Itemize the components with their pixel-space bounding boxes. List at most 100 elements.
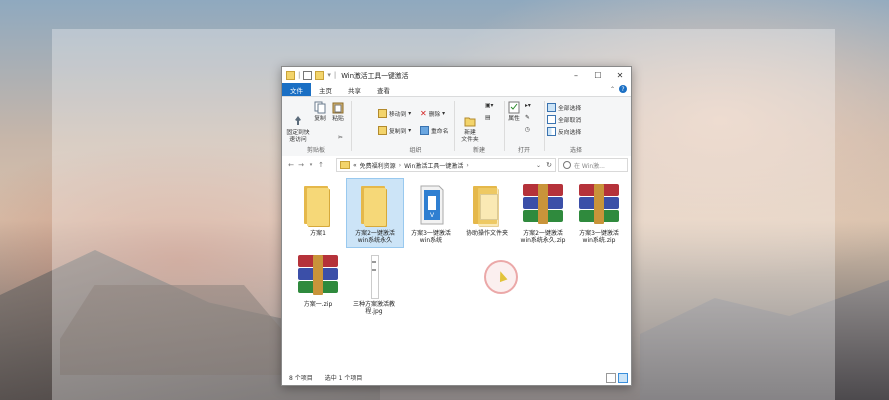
folder-icon bbox=[286, 70, 295, 80]
address-prefix: « bbox=[353, 161, 357, 169]
rename-button[interactable]: 重命名 bbox=[420, 126, 448, 135]
breadcrumb-separator-icon: › bbox=[398, 161, 402, 169]
folder-icon bbox=[294, 182, 342, 228]
organize-group-label: 组织 bbox=[409, 147, 422, 154]
app-icon: V bbox=[407, 182, 455, 228]
item-label: 方案1 bbox=[310, 230, 326, 237]
dropdown-arrow-icon: ▾ bbox=[406, 127, 412, 134]
list-item[interactable]: 协助操作文件夹 bbox=[459, 179, 515, 237]
ribbon-tabs: 文件 主页 共享 查看 ⌃ ? bbox=[282, 83, 631, 96]
invert-selection-button[interactable]: 反向选择 bbox=[547, 127, 581, 136]
back-arrow-icon[interactable]: ← bbox=[286, 161, 296, 169]
select-group-label: 选择 bbox=[569, 147, 582, 154]
tab-view[interactable]: 查看 bbox=[369, 83, 398, 96]
move-to-button[interactable]: 移动到 ▾ bbox=[378, 109, 411, 118]
tab-home[interactable]: 主页 bbox=[311, 83, 340, 96]
item-label: 方案3一键激活 win系统.zip bbox=[579, 230, 619, 244]
edit-icon[interactable]: ✎ bbox=[525, 115, 530, 121]
pin-button[interactable]: 固定到快 速访问 bbox=[285, 101, 311, 144]
properties-button[interactable]: 属性 bbox=[506, 101, 522, 123]
delete-button[interactable]: ✕ 删除 ▾ bbox=[420, 109, 445, 118]
breadcrumb-item[interactable]: Win激活工具一键激活 bbox=[404, 161, 463, 170]
breadcrumb-separator-icon: › bbox=[466, 161, 469, 169]
search-placeholder: 在 Win激... bbox=[574, 162, 605, 170]
details-view-icon[interactable] bbox=[606, 373, 616, 383]
list-item[interactable]: V 方案3一键激活 win系统 bbox=[403, 179, 459, 244]
new-group: 新建 文件夹 ▣▾ ▤ 新建 bbox=[455, 97, 503, 156]
list-item[interactable]: 方案3一键激活 win系统.zip bbox=[571, 179, 627, 244]
folder-icon bbox=[351, 182, 399, 228]
new-folder-button[interactable]: 新建 文件夹 bbox=[457, 101, 483, 144]
zip-archive-icon bbox=[294, 253, 342, 299]
copy-to-icon bbox=[378, 126, 387, 135]
up-arrow-icon[interactable]: ↑ bbox=[316, 161, 326, 169]
tab-file[interactable]: 文件 bbox=[282, 83, 311, 96]
file-list[interactable]: 方案1 方案2一键激活 win系统永久 V 方案3一键激活 win系统 协助操作… bbox=[282, 173, 631, 369]
organize-group: 移动到 ▾ 复制到 ▾ ✕ 删除 ▾ 重命名 组织 bbox=[352, 97, 453, 156]
list-item[interactable]: 方案1 bbox=[290, 179, 346, 237]
paste-button[interactable]: 粘贴 bbox=[330, 101, 346, 123]
title-bar[interactable]: | ▾ | Win激活工具一键激活 – ☐ ✕ bbox=[282, 67, 631, 83]
item-label: 方案一.zip bbox=[303, 301, 333, 308]
address-dropdown-icon[interactable]: ⌄ bbox=[536, 162, 541, 169]
cut-icon[interactable]: ✂ bbox=[338, 135, 343, 141]
list-item[interactable]: 方案一.zip bbox=[290, 250, 346, 308]
open-group-label: 打开 bbox=[517, 147, 530, 154]
quick-access-toolbar: | ▾ | bbox=[286, 70, 339, 80]
breadcrumb-item[interactable]: 免费福利资源 bbox=[360, 161, 396, 170]
address-bar[interactable]: « 免费福利资源 › Win激活工具一键激活 › ⌄ ↻ bbox=[336, 158, 556, 172]
move-to-label: 移动到 bbox=[389, 112, 407, 118]
delete-icon: ✕ bbox=[420, 109, 427, 118]
search-icon bbox=[563, 161, 571, 169]
recent-dropdown-icon[interactable]: ▾ bbox=[306, 162, 316, 168]
tab-share[interactable]: 共享 bbox=[340, 83, 369, 96]
paste-icon bbox=[332, 101, 344, 114]
copy-label: 复制 bbox=[314, 116, 326, 122]
new-folder-label: 新建 文件夹 bbox=[461, 130, 479, 143]
new-group-label: 新建 bbox=[472, 147, 485, 154]
maximize-button[interactable]: ☐ bbox=[587, 67, 609, 83]
copy-to-button[interactable]: 复制到 ▾ bbox=[378, 126, 411, 135]
ribbon: 固定到快 速访问 复制 粘贴 ✂ 剪贴板 移动到 ▾ 复制到 ▾ ✕ 删除 ▾ … bbox=[282, 96, 631, 157]
delete-label: 删除 bbox=[428, 112, 441, 118]
large-icons-view-icon[interactable] bbox=[618, 373, 628, 383]
easy-access-icon[interactable]: ▤ bbox=[485, 115, 490, 121]
rename-icon bbox=[420, 126, 429, 135]
pin-icon bbox=[292, 108, 304, 125]
help-icon[interactable]: ? bbox=[619, 85, 627, 93]
item-label: 方案2一键激活 win系统永久.zip bbox=[520, 230, 566, 244]
close-button[interactable]: ✕ bbox=[609, 67, 631, 83]
select-none-label: 全部取消 bbox=[558, 118, 582, 124]
copy-button[interactable]: 复制 bbox=[312, 101, 328, 123]
clipboard-group: 固定到快 速访问 复制 粘贴 ✂ 剪贴板 bbox=[282, 97, 350, 156]
move-to-icon bbox=[378, 109, 387, 118]
dropdown-arrow-icon[interactable]: ▾ bbox=[327, 71, 331, 79]
window-controls: – ☐ ✕ bbox=[565, 67, 631, 83]
select-none-button[interactable]: 全部取消 bbox=[547, 115, 581, 124]
properties-quick-icon[interactable] bbox=[303, 70, 313, 80]
collapse-ribbon-icon[interactable]: ⌃ bbox=[610, 86, 615, 93]
search-box[interactable]: 在 Win激... bbox=[558, 158, 628, 172]
new-item-icon[interactable]: ▣▾ bbox=[485, 103, 493, 109]
item-label: 三种方案激活教 程.jpg bbox=[352, 301, 395, 315]
list-item[interactable]: 方案2一键激活 win系统永久.zip bbox=[515, 179, 571, 244]
history-icon[interactable]: ◷ bbox=[525, 127, 530, 133]
select-all-label: 全部选择 bbox=[558, 106, 582, 112]
zip-archive-icon bbox=[575, 182, 623, 228]
select-all-button[interactable]: 全部选择 bbox=[547, 103, 581, 112]
refresh-icon[interactable]: ↻ bbox=[546, 161, 552, 169]
open-group: 属性 ▸▾ ✎ ◷ 打开 bbox=[505, 97, 543, 156]
folder-document-icon bbox=[463, 182, 511, 228]
zip-archive-icon bbox=[519, 182, 567, 228]
image-thumbnail-icon bbox=[350, 253, 398, 299]
new-folder-quick-icon[interactable] bbox=[315, 70, 325, 80]
list-item[interactable]: 方案2一键激活 win系统永久 bbox=[346, 178, 404, 248]
copy-to-label: 复制到 bbox=[389, 129, 407, 135]
open-icon[interactable]: ▸▾ bbox=[525, 103, 531, 109]
separator: | bbox=[298, 71, 301, 79]
list-item[interactable]: 三种方案激活教 程.jpg bbox=[346, 250, 402, 315]
forward-arrow-icon[interactable]: → bbox=[296, 161, 306, 169]
dropdown-arrow-icon: ▾ bbox=[406, 110, 412, 117]
minimize-button[interactable]: – bbox=[565, 67, 587, 83]
copy-icon bbox=[314, 101, 326, 114]
